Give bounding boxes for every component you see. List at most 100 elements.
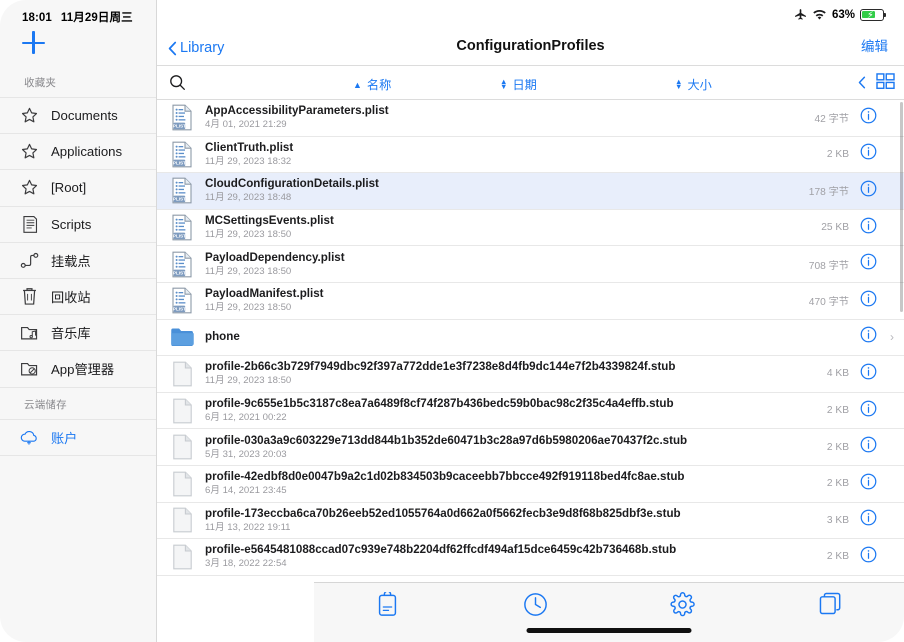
file-date: 4月 01, 2021 21:29 bbox=[205, 119, 814, 131]
sidebar-section-favorites-title: 收藏夹 bbox=[0, 66, 156, 97]
file-type-icon bbox=[169, 432, 195, 462]
sidebar-item-trash[interactable]: 回收站 bbox=[0, 279, 156, 315]
sidebar-item-account[interactable]: 账户 bbox=[0, 420, 156, 456]
edit-button[interactable]: 编辑 bbox=[861, 35, 888, 55]
info-icon[interactable] bbox=[860, 546, 877, 563]
clock-icon bbox=[523, 592, 548, 617]
file-size: 2 KB bbox=[827, 442, 849, 453]
table-row[interactable]: phone › bbox=[157, 320, 904, 357]
info-icon[interactable] bbox=[860, 143, 877, 160]
info-icon[interactable] bbox=[860, 217, 877, 234]
file-size: 470 字节 bbox=[809, 293, 849, 308]
table-row[interactable]: PLIST CloudConfigurationDetails.plist11月… bbox=[157, 173, 904, 210]
star-icon bbox=[19, 141, 40, 162]
table-row[interactable]: profile-173eccba6ca70b26eeb52ed1055764a0… bbox=[157, 503, 904, 540]
table-row[interactable]: PLIST PayloadDependency.plist11月 29, 202… bbox=[157, 246, 904, 283]
info-button[interactable] bbox=[860, 400, 878, 422]
file-date: 3月 18, 2022 22:54 bbox=[205, 558, 827, 570]
search-icon[interactable] bbox=[169, 74, 186, 96]
table-row[interactable]: PLIST AppAccessibilityParameters.plist4月… bbox=[157, 100, 904, 137]
info-button[interactable] bbox=[860, 253, 878, 275]
info-icon[interactable] bbox=[860, 509, 877, 526]
table-row[interactable]: profile-42edbf8d0e0047b9a2c1d02b834503b9… bbox=[157, 466, 904, 503]
file-size: 178 字节 bbox=[809, 183, 849, 198]
info-button[interactable] bbox=[860, 363, 878, 385]
info-button[interactable] bbox=[860, 143, 878, 165]
sidebar-item-music-library[interactable]: 音乐库 bbox=[0, 315, 156, 351]
info-button[interactable] bbox=[860, 107, 878, 129]
file-type-icon bbox=[169, 505, 195, 535]
file-list[interactable]: PLIST AppAccessibilityParameters.plist4月… bbox=[157, 100, 904, 582]
table-row[interactable]: profile-e5645481088ccad07c939e748b2204df… bbox=[157, 539, 904, 576]
file-date: 11月 29, 2023 18:50 bbox=[205, 266, 809, 278]
tab-recents[interactable] bbox=[462, 592, 610, 617]
sort-column-date[interactable]: ▲▼ 日期 bbox=[500, 75, 537, 93]
sidebar-item-mount-points[interactable]: 挂载点 bbox=[0, 243, 156, 279]
file-meta: ClientTruth.plist11月 29, 2023 18:32 bbox=[205, 141, 827, 168]
table-row[interactable]: PLIST MCSettingsEvents.plist11月 29, 2023… bbox=[157, 210, 904, 247]
table-row[interactable]: PLIST PayloadManifest.plist11月 29, 2023 … bbox=[157, 283, 904, 320]
table-row[interactable]: PLIST ClientTruth.plist11月 29, 2023 18:3… bbox=[157, 137, 904, 174]
scrollbar-indicator[interactable] bbox=[900, 102, 903, 312]
layout-view-icon[interactable] bbox=[876, 73, 895, 95]
info-button[interactable] bbox=[860, 326, 878, 348]
file-meta: profile-2b66c3b729f7949dbc92f397a772dde1… bbox=[205, 360, 827, 387]
info-button[interactable] bbox=[860, 509, 878, 531]
info-icon[interactable] bbox=[860, 400, 877, 417]
table-row[interactable]: profile-9c655e1b5c3187c8ea7a6489f8cf74f2… bbox=[157, 393, 904, 430]
sidebar-item-applications[interactable]: Applications bbox=[0, 134, 156, 170]
sidebar-item-label: Applications bbox=[51, 144, 122, 159]
file-date: 6月 14, 2021 23:45 bbox=[205, 485, 827, 497]
sidebar-item-label: Scripts bbox=[51, 217, 91, 232]
file-size: 3 KB bbox=[827, 515, 849, 526]
file-meta: PayloadManifest.plist11月 29, 2023 18:50 bbox=[205, 287, 809, 314]
info-icon[interactable] bbox=[860, 473, 877, 490]
chevron-left-icon[interactable] bbox=[858, 76, 866, 92]
info-icon[interactable] bbox=[860, 290, 877, 307]
file-name: PayloadManifest.plist bbox=[205, 287, 809, 301]
info-button[interactable] bbox=[860, 473, 878, 495]
sidebar-item-app-manager[interactable]: App管理器 bbox=[0, 351, 156, 387]
file-date: 5月 31, 2023 20:03 bbox=[205, 449, 827, 461]
sidebar-section-cloud-title: 云端储存 bbox=[0, 388, 156, 419]
plist-file-icon: PLIST bbox=[171, 104, 193, 131]
sort-column-name[interactable]: ▲ 名称 bbox=[353, 75, 391, 93]
sort-column-label: 日期 bbox=[512, 75, 536, 93]
file-type-icon: PLIST bbox=[169, 286, 195, 316]
table-row[interactable]: profile-030a3a9c603229e713dd844b1b352de6… bbox=[157, 429, 904, 466]
svg-text:PLIST: PLIST bbox=[173, 270, 186, 275]
tab-settings[interactable] bbox=[609, 592, 757, 617]
sidebar-item-documents[interactable]: Documents bbox=[0, 98, 156, 134]
gear-icon bbox=[670, 592, 695, 617]
file-name: AppAccessibilityParameters.plist bbox=[205, 104, 814, 118]
info-button[interactable] bbox=[860, 436, 878, 458]
info-button[interactable] bbox=[860, 217, 878, 239]
info-icon[interactable] bbox=[860, 363, 877, 380]
stub-file-icon bbox=[172, 398, 193, 424]
info-button[interactable] bbox=[860, 180, 878, 202]
info-button[interactable] bbox=[860, 546, 878, 568]
tab-clipboard[interactable] bbox=[314, 592, 462, 617]
info-icon[interactable] bbox=[860, 180, 877, 197]
sort-column-size[interactable]: ▲▼ 大小 bbox=[675, 75, 712, 93]
table-row[interactable]: profile-2b66c3b729f7949dbc92f397a772dde1… bbox=[157, 356, 904, 393]
add-button-icon[interactable] bbox=[22, 30, 48, 56]
sidebar-item-label: Documents bbox=[51, 108, 118, 123]
info-icon[interactable] bbox=[860, 436, 877, 453]
file-meta: CloudConfigurationDetails.plist11月 29, 2… bbox=[205, 177, 809, 204]
sidebar-item-scripts[interactable]: Scripts bbox=[0, 207, 156, 243]
info-icon[interactable] bbox=[860, 253, 877, 270]
file-meta: profile-030a3a9c603229e713dd844b1b352de6… bbox=[205, 434, 827, 461]
info-icon[interactable] bbox=[860, 326, 877, 343]
file-size: 2 KB bbox=[827, 478, 849, 489]
file-name: profile-42edbf8d0e0047b9a2c1d02b834503b9… bbox=[205, 470, 827, 484]
file-meta: PayloadDependency.plist11月 29, 2023 18:5… bbox=[205, 251, 809, 278]
svg-text:PLIST: PLIST bbox=[173, 160, 186, 165]
file-date: 11月 13, 2022 19:11 bbox=[205, 522, 827, 534]
info-button[interactable] bbox=[860, 290, 878, 312]
tab-tabs[interactable] bbox=[757, 592, 904, 615]
sidebar-item-root[interactable]: [Root] bbox=[0, 170, 156, 206]
info-icon[interactable] bbox=[860, 107, 877, 124]
stub-file-icon bbox=[172, 361, 193, 387]
sidebar: 收藏夹 Documents Applications bbox=[0, 0, 157, 642]
